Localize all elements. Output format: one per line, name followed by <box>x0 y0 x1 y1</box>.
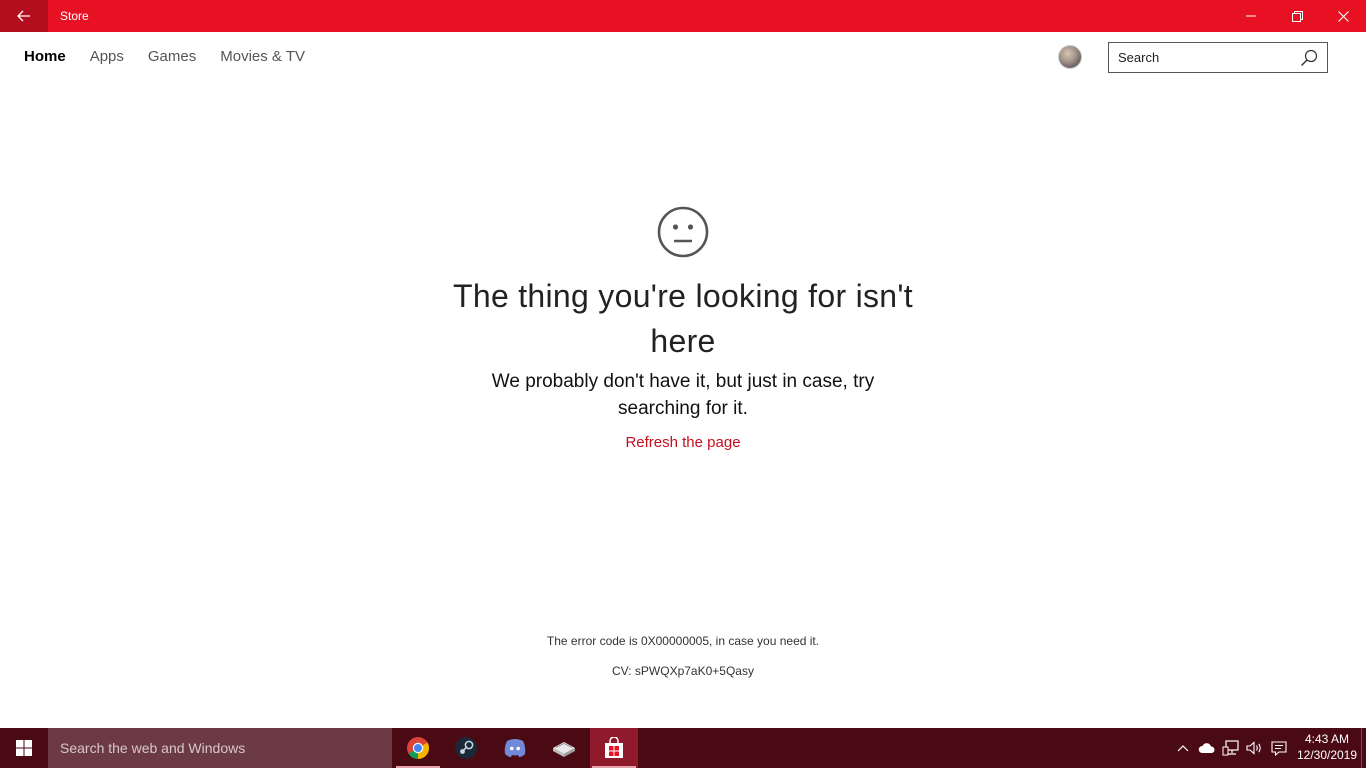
network-icon <box>1222 740 1239 756</box>
window-title: Store <box>60 9 89 23</box>
tray-onedrive[interactable] <box>1195 728 1219 768</box>
minimize-button[interactable] <box>1228 0 1274 32</box>
taskbar-discord[interactable] <box>491 728 539 768</box>
start-button[interactable] <box>0 728 48 768</box>
cloud-icon <box>1198 743 1215 753</box>
title-bar: Store <box>0 0 1366 32</box>
back-button[interactable] <box>0 0 48 32</box>
taskbar-chrome[interactable] <box>394 728 442 768</box>
error-code-text: The error code is 0X00000005, in case yo… <box>546 634 820 648</box>
taskbar-books[interactable] <box>540 728 588 768</box>
close-icon <box>1337 10 1349 22</box>
taskbar-search-input[interactable] <box>48 728 392 768</box>
restore-icon <box>1291 10 1303 22</box>
nav-home[interactable]: Home <box>24 46 66 70</box>
taskbar-steam[interactable] <box>442 728 490 768</box>
minimize-icon <box>1246 15 1256 17</box>
windows-logo-icon <box>16 740 32 756</box>
chrome-icon <box>407 737 429 759</box>
store-icon <box>605 737 623 758</box>
tray-volume[interactable] <box>1243 728 1267 768</box>
nav-apps[interactable]: Apps <box>90 46 124 70</box>
taskbar-store[interactable] <box>590 728 638 768</box>
chevron-up-icon <box>1177 745 1189 752</box>
restore-button[interactable] <box>1274 0 1320 32</box>
tray-action-center[interactable] <box>1267 728 1291 768</box>
back-arrow-icon <box>17 10 30 22</box>
nav-games[interactable]: Games <box>148 46 196 70</box>
tray-overflow-button[interactable] <box>1171 728 1195 768</box>
user-avatar[interactable] <box>1058 45 1082 69</box>
error-headline: The thing you're looking for isn't here <box>453 278 913 359</box>
tray-network[interactable] <box>1219 728 1243 768</box>
books-icon <box>553 742 575 757</box>
steam-icon <box>455 737 477 759</box>
error-subline: We probably don't have it, but just in c… <box>491 371 875 419</box>
refresh-page-link[interactable]: Refresh the page <box>625 434 740 451</box>
search-box <box>1108 42 1328 73</box>
volume-icon <box>1246 741 1261 755</box>
clock-time: 4:43 AM <box>1304 732 1350 746</box>
search-icon[interactable] <box>1300 49 1318 67</box>
clock-date: 12/30/2019 <box>1296 748 1358 762</box>
action-center-icon <box>1271 740 1287 756</box>
search-input[interactable] <box>1109 43 1295 72</box>
error-content: The thing you're looking for isn't here … <box>0 200 1366 452</box>
taskbar-search <box>48 728 392 768</box>
taskbar-clock[interactable]: 4:43 AM 12/30/2019 <box>1292 731 1362 763</box>
close-button[interactable] <box>1320 0 1366 32</box>
nav-movies-tv[interactable]: Movies & TV <box>220 46 305 70</box>
cv-code-text: CV: sPWQXp7aK0+5Qasy <box>612 664 754 678</box>
store-nav: Home Apps Games Movies & TV <box>24 46 305 70</box>
show-desktop-button[interactable] <box>1361 728 1366 768</box>
neutral-face-icon <box>657 206 709 258</box>
taskbar: 4:43 AM 12/30/2019 <box>0 728 1366 768</box>
discord-icon <box>504 739 526 757</box>
